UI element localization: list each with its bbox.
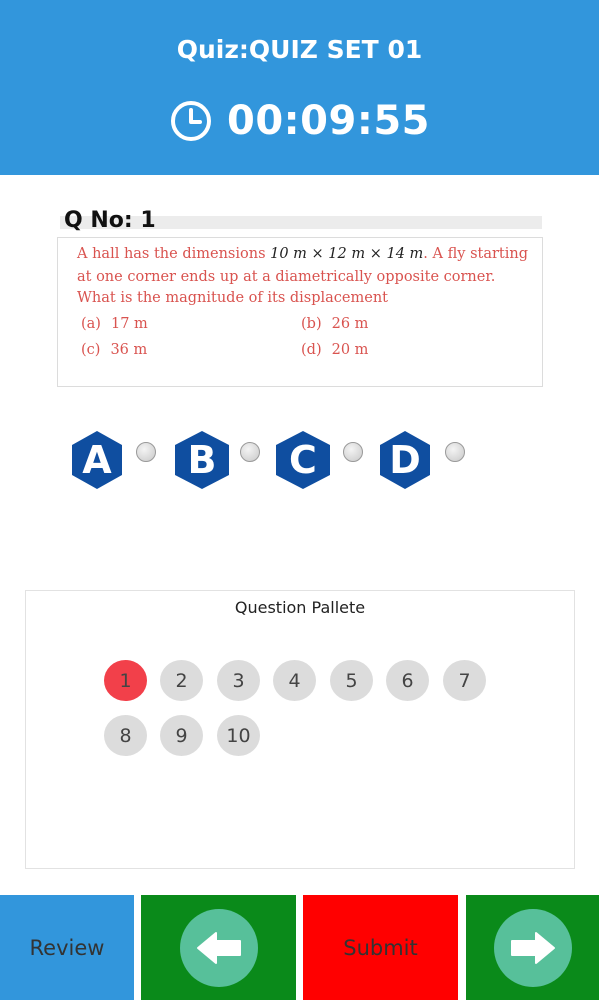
radio-c[interactable] bbox=[343, 442, 363, 462]
answer-choices: A B C D bbox=[70, 430, 490, 490]
clock-icon bbox=[171, 101, 211, 141]
timer: 00:09:55 bbox=[0, 98, 599, 144]
palette-button-7[interactable]: 7 bbox=[443, 660, 486, 701]
previous-button[interactable] bbox=[141, 895, 296, 1000]
question-text-line3: What is the magnitude of its displacemen… bbox=[77, 290, 388, 306]
radio-a[interactable] bbox=[136, 442, 156, 462]
question-palette: Question Pallete 1 2 3 4 5 6 7 8 9 10 bbox=[25, 590, 575, 869]
timer-text: 00:09:55 bbox=[227, 98, 430, 144]
svg-text:D: D bbox=[389, 438, 421, 482]
choice-b[interactable]: B bbox=[171, 430, 271, 490]
palette-button-4[interactable]: 4 bbox=[273, 660, 316, 701]
option-b: (b) 26 m bbox=[301, 316, 369, 332]
hexagon-a-icon[interactable]: A bbox=[70, 430, 124, 490]
footer-bar: Review Submit bbox=[0, 895, 599, 1000]
palette-button-6[interactable]: 6 bbox=[386, 660, 429, 701]
palette-button-2[interactable]: 2 bbox=[160, 660, 203, 701]
palette-button-9[interactable]: 9 bbox=[160, 715, 203, 756]
svg-text:A: A bbox=[82, 438, 112, 482]
hexagon-d-icon[interactable]: D bbox=[378, 430, 432, 490]
next-button[interactable] bbox=[466, 895, 599, 1000]
radio-d[interactable] bbox=[445, 442, 465, 462]
submit-button[interactable]: Submit bbox=[303, 895, 458, 1000]
quiz-header: Quiz:QUIZ SET 01 00:09:55 bbox=[0, 0, 599, 175]
hexagon-b-icon[interactable]: B bbox=[171, 430, 229, 490]
radio-b[interactable] bbox=[240, 442, 260, 462]
review-button[interactable]: Review bbox=[0, 895, 134, 1000]
arrow-left-icon bbox=[196, 931, 241, 964]
palette-button-8[interactable]: 8 bbox=[104, 715, 147, 756]
palette-button-3[interactable]: 3 bbox=[217, 660, 260, 701]
choice-d[interactable]: D bbox=[378, 430, 478, 490]
option-a: (a) 17 m bbox=[81, 316, 148, 332]
palette-button-10[interactable]: 10 bbox=[217, 715, 260, 756]
palette-button-1[interactable]: 1 bbox=[104, 660, 147, 701]
svg-text:B: B bbox=[188, 438, 217, 482]
choice-a[interactable]: A bbox=[70, 430, 170, 490]
previous-circle[interactable] bbox=[179, 908, 258, 987]
choice-c[interactable]: C bbox=[272, 430, 372, 490]
question-header: Q No: 1 bbox=[60, 208, 542, 233]
question-text-part1: A hall has the dimensions bbox=[77, 246, 266, 262]
question-text-line2: at one corner ends up at a diametrically… bbox=[77, 269, 496, 285]
question-math: 10 m × 12 m × 14 m bbox=[270, 246, 424, 262]
palette-button-5[interactable]: 5 bbox=[330, 660, 373, 701]
question-text: A hall has the dimensions 10 m × 12 m × … bbox=[77, 243, 537, 307]
palette-title: Question Pallete bbox=[234, 598, 366, 617]
hexagon-c-icon[interactable]: C bbox=[272, 430, 330, 490]
svg-text:C: C bbox=[289, 438, 317, 482]
next-circle[interactable] bbox=[493, 908, 572, 987]
question-number: Q No: 1 bbox=[64, 208, 156, 233]
option-d: (d) 20 m bbox=[301, 342, 369, 358]
option-c: (c) 36 m bbox=[81, 342, 148, 358]
question-box: A hall has the dimensions 10 m × 12 m × … bbox=[57, 237, 543, 387]
question-text-part2: . A fly starting bbox=[423, 246, 528, 262]
arrow-right-icon bbox=[510, 931, 555, 964]
quiz-title: Quiz:QUIZ SET 01 bbox=[176, 35, 423, 64]
